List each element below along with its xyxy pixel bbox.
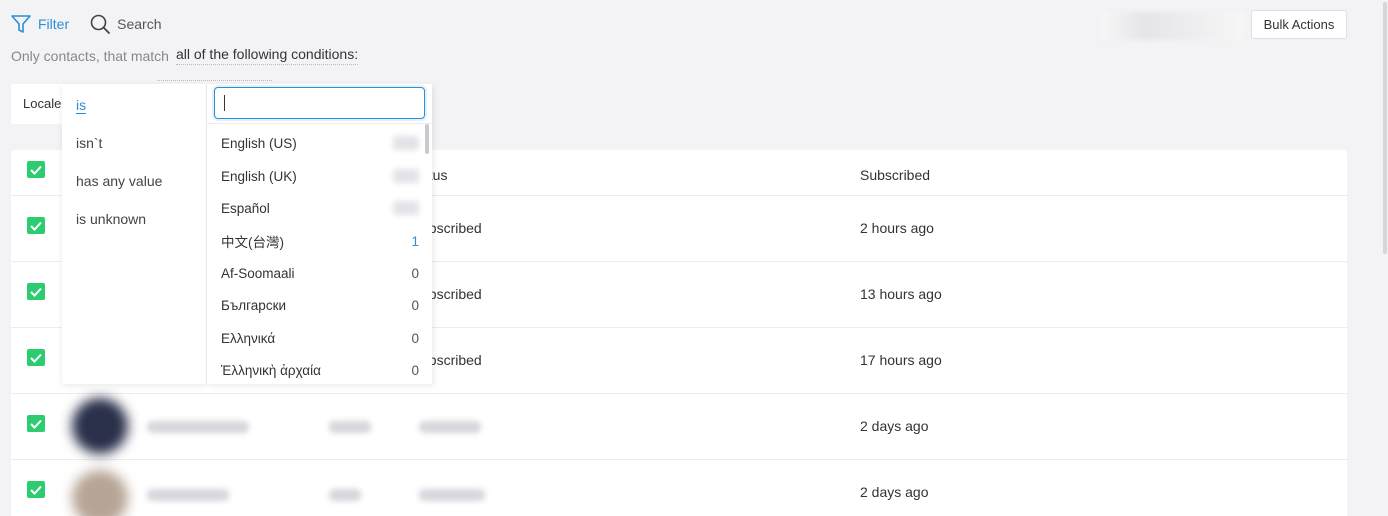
redacted-field [329,489,361,501]
operator-list: is isn`t has any value is unknown [62,84,207,384]
locale-option-count: 0 [411,297,419,313]
locale-option-count [393,136,419,150]
redacted-field [329,421,371,433]
redacted-status [419,421,481,433]
row-subscribed: 2 days ago [860,484,929,500]
operator-has-any-value[interactable]: has any value [76,173,162,189]
filter-label: Filter [38,16,70,32]
rule-value-underline [157,80,272,81]
row-subscribed: 17 hours ago [860,352,942,368]
locale-option-count: 0 [411,330,419,346]
toolbar: Filter Search [10,10,161,38]
row-subscribed: 13 hours ago [860,286,942,302]
search-icon [90,14,111,34]
locale-option-count [393,201,419,215]
search-button[interactable]: Search [89,13,161,35]
bulk-actions-button[interactable]: Bulk Actions [1251,10,1347,39]
row-checkbox[interactable] [27,415,45,432]
locale-option-count [393,169,419,183]
locale-option-count: 1 [411,233,419,249]
page-scrollbar-thumb[interactable] [1383,2,1387,254]
check-icon [30,419,42,429]
locale-option-label: Български [221,297,287,313]
list-scrollbar[interactable] [425,124,429,154]
rule-field-label: Locale [23,96,62,111]
redacted-name [147,421,249,433]
match-mode-select[interactable]: all of the following conditions: [175,46,359,65]
filter-button[interactable]: Filter [10,13,69,35]
operator-isnt[interactable]: isn`t [76,135,102,151]
locale-value-list: English (US) English (UK) Español 中文(台灣)… [207,84,432,384]
locale-option-label: Español [221,200,270,216]
check-icon [30,353,42,363]
redacted-status [419,489,485,501]
locale-option-label: English (UK) [221,168,297,184]
locale-search-input[interactable] [214,87,425,119]
locale-option[interactable]: Español [221,197,419,219]
table-row[interactable]: 2 days ago [11,460,1347,516]
header-subscribed[interactable]: Subscribed [860,167,930,183]
locale-option-label: Af-Soomaali [221,265,295,281]
locale-option-count: 0 [411,362,419,378]
operator-is[interactable]: is [76,97,87,114]
check-icon [30,485,42,495]
table-row[interactable]: 2 days ago [11,394,1347,460]
locale-option[interactable]: English (US) [221,132,419,154]
redacted-name [147,489,229,501]
filter-icon [11,15,31,33]
locale-option-label: English (US) [221,135,297,151]
locale-option-label: 中文(台灣) [221,235,284,250]
check-icon [30,165,42,175]
condition-prefix: Only contacts, that match [11,47,169,64]
locale-option-label: Ἑλληνικὴ ἀρχαία [221,362,321,378]
check-icon [30,221,42,231]
locale-option-count: 0 [411,265,419,281]
divider [207,123,432,124]
row-subscribed: 2 hours ago [860,220,934,236]
locale-option[interactable]: Af-Soomaali 0 [221,262,419,284]
redacted-info [1102,12,1244,40]
locale-option[interactable]: 中文(台灣) 1 [221,230,419,252]
locale-option-label: Ελληνικά [221,330,276,346]
select-all-checkbox[interactable] [27,161,45,178]
locale-option[interactable]: English (UK) [221,165,419,187]
text-caret [224,95,225,111]
search-label: Search [117,16,162,32]
check-icon [30,287,42,297]
locale-option[interactable]: Български 0 [221,294,419,316]
avatar [72,470,128,516]
avatar [72,398,128,454]
locale-option[interactable]: Ἑλληνικὴ ἀρχαία 0 [221,359,419,381]
row-checkbox[interactable] [27,283,45,300]
row-checkbox[interactable] [27,349,45,366]
condition-line: Only contacts, that match all of the fol… [11,46,359,65]
row-subscribed: 2 days ago [860,418,929,434]
row-checkbox[interactable] [27,481,45,498]
row-checkbox[interactable] [27,217,45,234]
locale-option[interactable]: Ελληνικά 0 [221,327,419,349]
operator-is-unknown[interactable]: is unknown [76,211,146,227]
